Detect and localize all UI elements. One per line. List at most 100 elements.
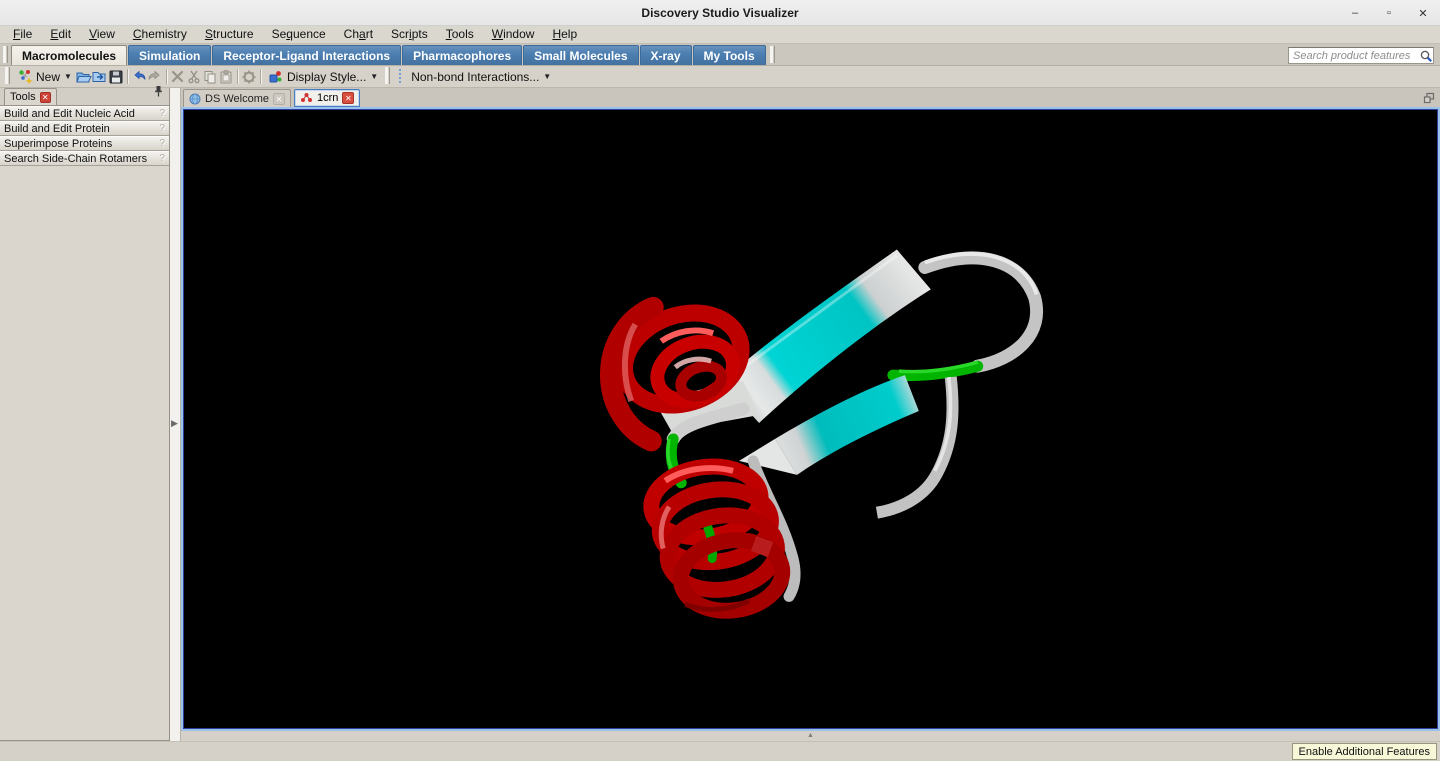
expander-icon[interactable]: ? [159,108,165,119]
ribbon-tabs: Macromolecules Simulation Receptor-Ligand … [11,45,767,65]
document-tab-ds-welcome[interactable]: DS Welcome ✕ [183,89,291,107]
settings-gear-icon[interactable] [241,69,257,85]
tool-item-build-and-edit-protein[interactable]: Build and Edit Protein? [0,121,169,136]
enable-additional-features-button[interactable]: Enable Additional Features [1291,743,1437,760]
menu-tools[interactable]: Tools [437,26,483,44]
toolbar-separator [165,69,167,84]
toolbar-separator [236,69,238,84]
menu-edit[interactable]: Edit [41,26,80,44]
document-area: DS Welcome ✕ 1crn ✕ ▲ [181,88,1440,741]
window-controls: – ▫ ✕ [1346,0,1432,26]
toolbar-grip[interactable] [385,67,391,84]
toolbar-grip[interactable] [3,46,8,63]
paste-icon[interactable] [218,69,234,85]
chevron-down-icon: ▼ [64,72,72,81]
ribbon-tab-small-molecules[interactable]: Small Molecules [523,45,639,65]
tab-close-icon[interactable]: ✕ [272,92,285,105]
expander-icon[interactable]: ? [159,153,165,164]
close-button[interactable]: ✕ [1414,4,1432,22]
cut-icon[interactable] [186,69,202,85]
menu-view[interactable]: View [80,26,124,44]
toolbar-separator [259,69,261,84]
content-area: Tools ✕ Build and Edit Nucleic Acid? Buil… [0,86,1440,741]
display-style-icon [268,69,284,85]
title-bar: Discovery Studio Visualizer – ▫ ✕ [0,0,1440,26]
document-tab-label: DS Welcome [205,92,269,105]
ribbon-tab-pharmacophores[interactable]: Pharmacophores [402,45,523,65]
tool-item-search-side-chain-rotamers[interactable]: Search Side-Chain Rotamers? [0,151,169,166]
toolbar-grip[interactable] [5,67,10,84]
splitter-collapse-icon[interactable]: ▶ [171,418,178,429]
collapse-arrow-icon[interactable]: ▲ [807,732,814,740]
tool-item-label: Build and Edit Nucleic Acid [4,107,135,120]
app-window: Discovery Studio Visualizer – ▫ ✕ File Ed… [0,0,1440,761]
tool-item-label: Superimpose Proteins [4,137,113,150]
menu-window[interactable]: Window [483,26,544,44]
tools-panel-title: Tools [10,91,36,103]
ds-welcome-icon [189,93,201,104]
display-style-label: Display Style... [286,69,367,84]
ribbon-tab-my-tools[interactable]: My Tools [692,45,766,65]
viewport-collapse-strip[interactable]: ▲ [181,731,1440,741]
new-button[interactable]: New ▼ [13,67,76,87]
window-title: Discovery Studio Visualizer [641,5,799,20]
document-tab-bar: DS Welcome ✕ 1crn ✕ [181,88,1440,107]
expander-icon[interactable]: ? [159,138,165,149]
ribbon-tab-macromolecules[interactable]: Macromolecules [11,45,128,65]
document-tab-label: 1crn [316,92,339,104]
viewport-border [181,107,1440,731]
chevron-down-icon: ▼ [543,72,552,81]
tools-panel: Tools ✕ Build and Edit Nucleic Acid? Buil… [0,86,170,741]
ribbon-tab-x-ray[interactable]: X-ray [639,45,692,65]
tools-panel-header: Tools ✕ [0,86,169,106]
chevron-down-icon: ▼ [370,72,379,81]
minimize-button[interactable]: – [1346,4,1364,22]
ribbon-tab-row: Macromolecules Simulation Receptor-Ligand … [0,44,1440,66]
tools-panel-close-icon[interactable]: ✕ [39,91,51,103]
tools-panel-tab[interactable]: Tools ✕ [4,88,57,105]
expander-icon[interactable]: ? [159,123,165,134]
product-search [1288,47,1434,64]
menu-scripts[interactable]: Scripts [382,26,437,44]
redo-icon[interactable] [147,69,163,85]
display-style-button[interactable]: Display Style... ▼ [264,67,382,87]
menu-chart[interactable]: Chart [335,26,382,44]
float-window-icon[interactable] [1423,91,1435,109]
tool-item-label: Search Side-Chain Rotamers [4,152,148,165]
menu-file[interactable]: File [4,26,41,44]
menu-structure[interactable]: Structure [196,26,263,44]
molecule-icon [300,93,312,102]
new-document-icon [17,69,33,85]
ribbon-tab-simulation[interactable]: Simulation [128,45,212,65]
ribbon-tab-receptor-ligand-interactions[interactable]: Receptor-Ligand Interactions [212,45,402,65]
menu-help[interactable]: Help [543,26,586,44]
insert-file-icon[interactable] [92,69,108,85]
undo-icon[interactable] [131,69,147,85]
menu-sequence[interactable]: Sequence [263,26,335,44]
tool-item-superimpose-proteins[interactable]: Superimpose Proteins? [0,136,169,151]
toolbar-separator [399,69,402,84]
tool-item-build-and-edit-nucleic-acid[interactable]: Build and Edit Nucleic Acid? [0,106,169,121]
open-file-icon[interactable] [76,69,92,85]
toolbar-separator [126,69,128,84]
molecule-viewport[interactable] [183,109,1438,729]
tab-close-icon[interactable]: ✕ [342,92,355,104]
copy-icon[interactable] [202,69,218,85]
tools-panel-items: Build and Edit Nucleic Acid? Build and Ed… [0,106,169,166]
document-tab-1crn[interactable]: 1crn ✕ [293,89,361,107]
menu-chemistry[interactable]: Chemistry [124,26,196,44]
main-toolbar: New ▼ Display Style... ▼ Non-bond Intera… [0,66,1440,88]
search-icon[interactable] [1419,49,1433,63]
nonbond-interactions-button[interactable]: Non-bond Interactions... ▼ [407,67,555,87]
protein-ribbon-graphic [600,249,1043,619]
toolbar-grip[interactable] [769,46,775,63]
search-input[interactable] [1289,49,1419,62]
tool-item-label: Build and Edit Protein [4,122,110,135]
nonbond-interactions-label: Non-bond Interactions... [411,69,540,84]
save-icon[interactable] [108,69,124,85]
new-button-label: New [36,69,61,84]
panel-splitter[interactable]: ▶ [170,88,181,741]
delete-icon[interactable] [170,69,186,85]
maximize-button[interactable]: ▫ [1380,4,1398,22]
pin-icon[interactable] [154,84,163,102]
